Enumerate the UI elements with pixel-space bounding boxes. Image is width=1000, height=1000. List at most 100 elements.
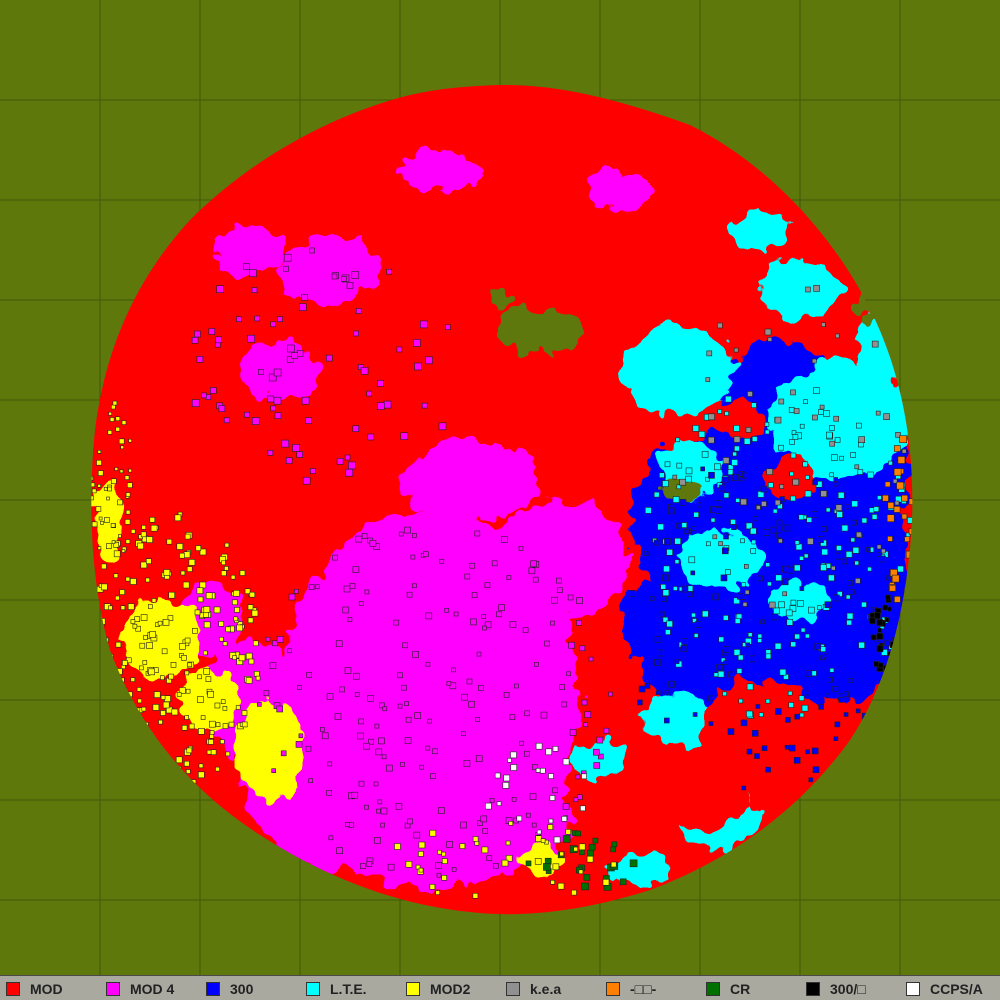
coverage-speckle — [774, 416, 782, 424]
coverage-speckle — [659, 472, 665, 479]
coverage-speckle — [779, 668, 787, 676]
coverage-speckle — [653, 539, 660, 546]
coverage-speckle — [799, 423, 805, 429]
coverage-speckle — [508, 820, 514, 826]
coverage-speckle — [525, 812, 531, 818]
coverage-speckle — [115, 416, 121, 422]
coverage-speckle — [191, 399, 200, 407]
coverage-speckle — [717, 322, 723, 329]
coverage-speckle — [194, 609, 201, 616]
coverage-speckle — [435, 890, 441, 895]
coverage-speckle — [784, 744, 790, 750]
coverage-speckle — [668, 680, 676, 688]
coverage-speckle — [877, 495, 882, 500]
coverage-speckle — [727, 728, 735, 735]
legend-swatch — [606, 982, 620, 996]
coverage-speckle — [251, 609, 259, 617]
coverage-speckle — [680, 644, 688, 652]
coverage-speckle — [162, 701, 170, 709]
legend-label: CCPS/A — [930, 981, 983, 997]
coverage-speckle — [793, 756, 801, 764]
coverage-speckle — [221, 570, 227, 577]
coverage-speckle — [757, 633, 763, 639]
coverage-speckle — [321, 732, 329, 740]
coverage-speckle — [357, 732, 364, 740]
coverage-speckle — [332, 554, 338, 561]
region-mod4 — [280, 235, 380, 305]
coverage-speckle — [715, 500, 722, 508]
coverage-speckle — [681, 522, 688, 528]
coverage-speckle — [306, 672, 312, 678]
coverage-speckle — [419, 320, 428, 329]
coverage-speckle — [806, 517, 813, 523]
coverage-speckle — [451, 866, 457, 872]
coverage-speckle — [653, 659, 661, 666]
coverage-speckle — [139, 665, 144, 671]
region-mod4 — [490, 500, 630, 620]
coverage-speckle — [707, 436, 715, 444]
coverage-speckle — [104, 637, 109, 643]
coverage-speckle — [276, 705, 284, 713]
coverage-speckle — [857, 469, 864, 475]
coverage-speckle — [429, 829, 437, 837]
coverage-speckle — [737, 654, 744, 661]
coverage-gap — [495, 308, 585, 352]
coverage-speckle — [236, 316, 242, 323]
coverage-speckle — [295, 741, 303, 748]
coverage-speckle — [693, 511, 700, 518]
coverage-speckle — [876, 544, 882, 550]
coverage-speckle — [161, 773, 168, 781]
coverage-speckle — [861, 601, 867, 608]
coverage-speckle — [203, 650, 208, 656]
coverage-speckle — [798, 514, 805, 521]
coverage-speckle — [850, 452, 856, 458]
coverage-speckle — [160, 695, 166, 700]
coverage-speckle — [127, 482, 133, 489]
coverage-speckle — [461, 693, 469, 701]
coverage-speckle — [745, 427, 752, 433]
coverage-speckle — [889, 584, 897, 592]
coverage-speckle — [690, 570, 696, 576]
coverage-speckle — [855, 422, 862, 429]
coverage-speckle — [249, 269, 257, 278]
coverage-speckle — [342, 606, 350, 614]
coverage-speckle — [97, 449, 102, 454]
coverage-speckle — [109, 417, 115, 422]
coverage-speckle — [778, 601, 785, 609]
coverage-speckle — [767, 581, 772, 587]
legend-item: -□□- — [606, 980, 656, 998]
coverage-speckle — [516, 815, 523, 822]
coverage-speckle — [400, 761, 405, 767]
coverage-speckle — [245, 677, 253, 684]
coverage-speckle — [820, 322, 826, 328]
legend-label: CR — [730, 981, 751, 997]
coverage-map[interactable] — [0, 0, 1000, 975]
legend-swatch — [706, 982, 720, 996]
coverage-speckle — [662, 574, 669, 582]
coverage-speckle — [254, 670, 260, 677]
coverage-speckle — [405, 860, 413, 868]
legend-label: MOD — [30, 981, 63, 997]
coverage-speckle — [805, 670, 813, 678]
coverage-speckle — [125, 509, 131, 515]
coverage-speckle — [814, 643, 822, 650]
coverage-speckle — [664, 538, 671, 545]
coverage-speckle — [120, 687, 127, 694]
coverage-speckle — [823, 653, 828, 659]
coverage-speckle — [101, 718, 107, 724]
coverage-speckle — [738, 698, 744, 704]
coverage-speckle — [576, 619, 582, 626]
coverage-speckle — [422, 551, 429, 558]
coverage-speckle — [733, 649, 741, 656]
region-300 — [620, 580, 680, 660]
coverage-speckle — [519, 740, 524, 746]
coverage-speckle — [380, 807, 388, 815]
coverage-speckle — [893, 445, 901, 452]
coverage-speckle — [507, 757, 512, 763]
coverage-speckle — [186, 747, 193, 754]
coverage-speckle — [884, 594, 891, 601]
coverage-speckle — [568, 641, 575, 649]
coverage-speckle — [166, 538, 173, 545]
legend-label: L.T.E. — [330, 981, 367, 997]
coverage-speckle — [133, 719, 140, 727]
